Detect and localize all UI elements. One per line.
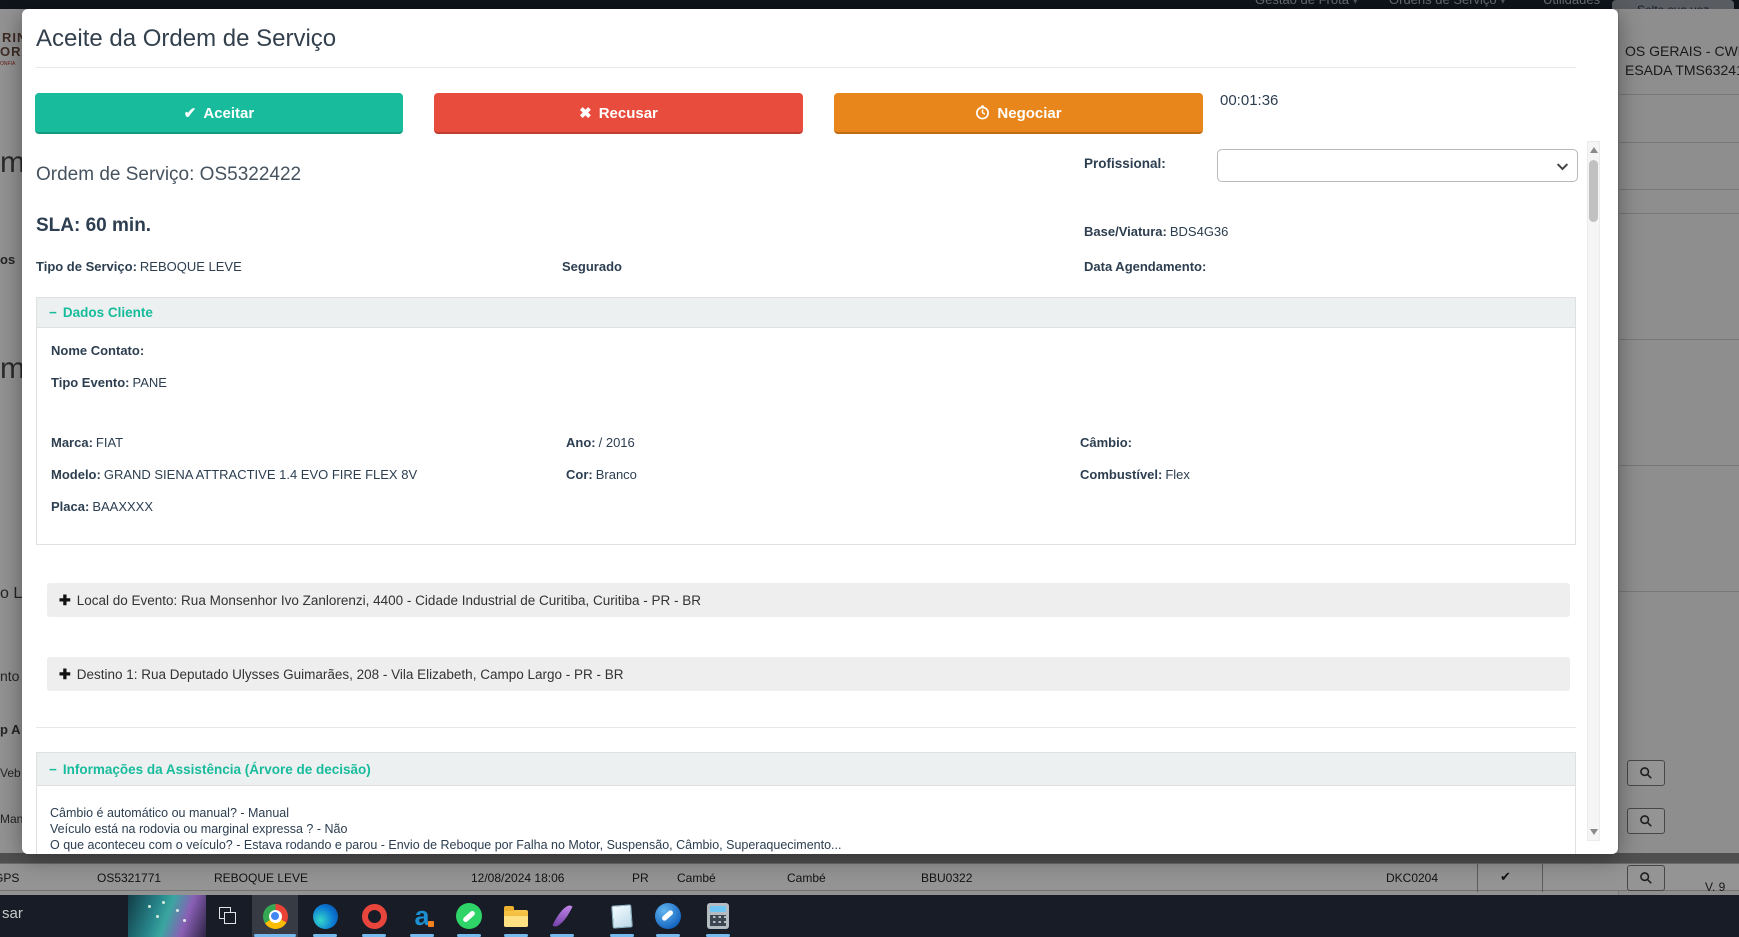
combustivel-field: Combustível: Flex: [1080, 467, 1190, 482]
decision-tree-line: Câmbio é automático ou manual? - Manual: [50, 806, 290, 820]
order-number-title: Ordem de Serviço: OS5322422: [36, 164, 302, 185]
nome-contato-field: Nome Contato:: [51, 343, 145, 358]
dados-cliente-header[interactable]: − Dados Cliente: [37, 298, 1575, 328]
calculator-icon: [707, 903, 729, 929]
professional-select[interactable]: [1217, 149, 1578, 182]
modal-scrollbar[interactable]: [1587, 141, 1600, 841]
file-explorer-icon: [504, 905, 528, 927]
screen: Gestão de Frota▾ Ordens de Serviço▾ Util…: [0, 0, 1739, 937]
destino-bar[interactable]: ✚ Destino 1: Rua Deputado Ulysses Guimarã…: [47, 657, 1570, 691]
accept-button[interactable]: ✔ Aceitar: [35, 93, 403, 134]
plus-icon: ✚: [59, 592, 71, 608]
assistencia-header[interactable]: − Informações da Assistência (Árvore de d…: [37, 753, 1575, 786]
cambio-field: Câmbio:: [1080, 435, 1132, 450]
taskbar-explorer[interactable]: [493, 895, 539, 937]
tipo-evento-field: Tipo Evento: PANE: [51, 375, 167, 390]
windows-taskbar: sar a 6°C Limpo: [0, 895, 1739, 937]
cor-field: Cor: Branco: [566, 467, 637, 482]
modal-title: Aceite da Ordem de Serviço: [36, 25, 337, 52]
data-agendamento-field: Data Agendamento:: [1084, 259, 1207, 274]
scroll-up-arrow[interactable]: [1590, 147, 1598, 153]
base-viatura-field: Base/Viatura: BDS4G36: [1084, 224, 1229, 239]
phone-icon: [655, 903, 681, 929]
taskbar-phone-app[interactable]: [645, 895, 691, 937]
taskbar-whatsapp[interactable]: [446, 895, 492, 937]
task-view-icon[interactable]: [219, 907, 237, 925]
refuse-button[interactable]: ✖ Recusar: [434, 93, 803, 134]
opera-icon: [361, 903, 387, 929]
divider: [36, 727, 1576, 728]
edge-icon: [312, 903, 338, 929]
marca-field: Marca: FIAT: [51, 435, 124, 450]
dados-cliente-panel: − Dados Cliente Nome Contato: Tipo Evento…: [36, 297, 1576, 545]
whatsapp-icon: [456, 903, 482, 929]
decision-tree-line: Veículo está na rodovia ou marginal expr…: [50, 822, 348, 836]
taskbar-feather-app[interactable]: [539, 895, 585, 937]
taskbar-blue-a-app[interactable]: a: [399, 895, 445, 937]
taskbar-calculator[interactable]: [695, 895, 741, 937]
segurado-label: Segurado: [562, 259, 622, 274]
sla-label: SLA: 60 min.: [36, 215, 152, 236]
notepad-icon: [611, 903, 633, 929]
chrome-icon: [262, 903, 288, 929]
countdown-timer: 00:01:36: [1220, 92, 1279, 109]
chevron-down-icon: [1556, 163, 1569, 171]
collapse-icon: −: [49, 305, 57, 320]
taskbar-chrome[interactable]: [252, 895, 298, 937]
negotiate-button[interactable]: Negociar: [834, 93, 1203, 134]
ano-field: Ano:/ 2016: [566, 435, 635, 450]
tipo-servico-field: Tipo de Serviço: REBOQUE LEVE: [36, 259, 242, 274]
x-icon: ✖: [579, 105, 592, 122]
feather-icon: [551, 902, 573, 930]
collapse-icon: −: [49, 762, 57, 777]
taskbar-opera[interactable]: [351, 895, 397, 937]
page-fragment: sar: [2, 905, 23, 922]
check-icon: ✔: [183, 105, 197, 122]
professional-label: Profissional:: [1084, 156, 1166, 171]
blue-a-app-icon: a: [414, 902, 434, 929]
search-highlight-image[interactable]: [128, 895, 206, 937]
clock-icon: [975, 95, 990, 136]
task-view-square: [224, 912, 236, 924]
scrollbar-thumb[interactable]: [1589, 160, 1598, 222]
service-order-accept-modal: Aceite da Ordem de Serviço ✔ Aceitar ✖ Rec…: [22, 9, 1618, 854]
decision-tree-line: O que aconteceu com o veículo? - Estava …: [50, 838, 842, 852]
taskbar-edge[interactable]: [302, 895, 348, 937]
scroll-down-arrow[interactable]: [1590, 829, 1598, 835]
local-evento-bar[interactable]: ✚ Local do Evento: Rua Monsenhor Ivo Zanl…: [47, 583, 1570, 617]
modelo-field: Modelo: GRAND SIENA ATTRACTIVE 1.4 EVO FI…: [51, 467, 418, 482]
taskbar-notepad[interactable]: [599, 895, 645, 937]
divider: [36, 67, 1576, 68]
placa-field: Placa: BAAXXXX: [51, 499, 154, 514]
plus-icon: ✚: [59, 666, 71, 682]
